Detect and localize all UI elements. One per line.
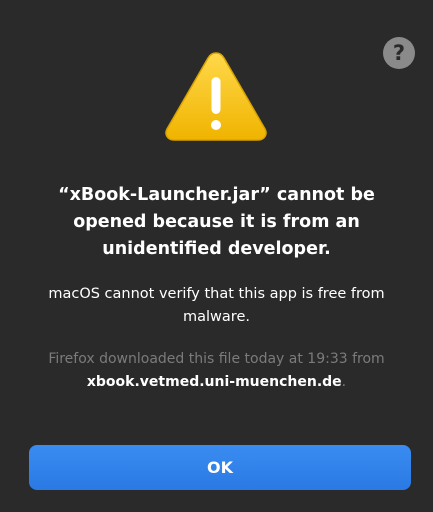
question-mark-icon: ? [392,41,406,65]
alert-message: macOS cannot verify that this app is fre… [48,286,385,325]
download-source: xbook.vetmed.uni-muenchen.de [86,374,342,390]
warning-icon [165,52,267,141]
alert-title: “xBook-Launcher.jar” cannot be opened be… [58,185,375,259]
ok-button[interactable]: OK [29,445,411,490]
gatekeeper-alert-dialog: ? “xBook-Launcher.jar” cannot be opened … [0,0,433,512]
download-info: Firefox downloaded this file today at 19… [40,348,393,394]
download-info-suffix: . [341,374,347,390]
download-info-prefix: Firefox downloaded this file today at 19… [48,351,385,367]
help-button[interactable]: ? [383,37,415,69]
